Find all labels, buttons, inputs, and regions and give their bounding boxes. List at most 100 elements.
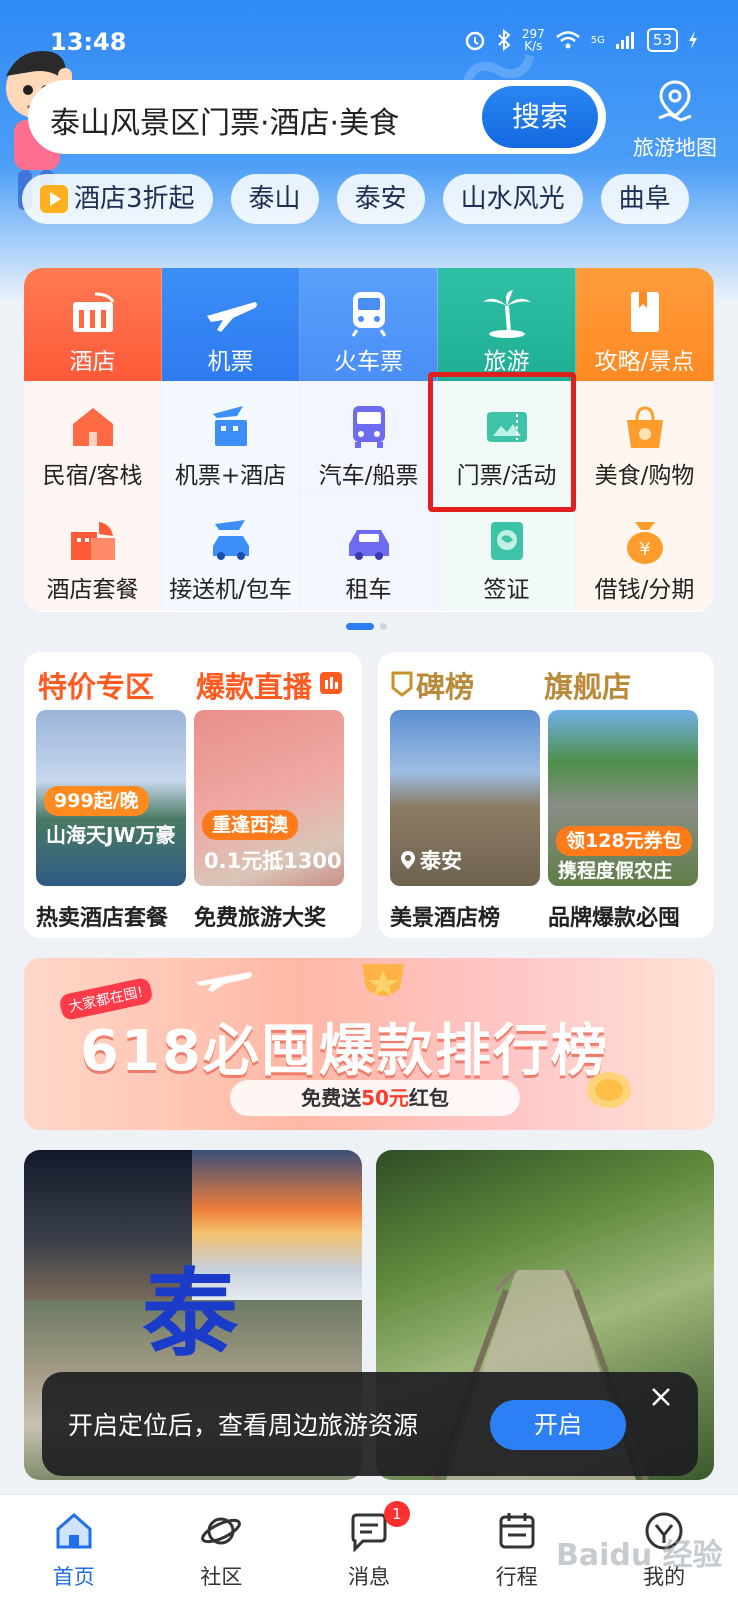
- grid-item-hotel[interactable]: 酒店: [24, 268, 162, 382]
- grid-item-food-shopping[interactable]: 美食/购物: [576, 382, 714, 496]
- grid-label: 机票+酒店: [174, 463, 287, 489]
- grid-item-travel[interactable]: 旅游: [438, 268, 576, 382]
- house-icon: [72, 408, 113, 446]
- calendar-icon: [499, 1513, 535, 1549]
- close-icon[interactable]: [646, 1382, 676, 1412]
- travel-map-button[interactable]: 旅游地图: [620, 78, 730, 160]
- enable-location-button[interactable]: 开启: [490, 1400, 626, 1450]
- grid-item-hotel-package[interactable]: 酒店套餐: [24, 496, 162, 610]
- search-button[interactable]: 搜索: [482, 86, 598, 148]
- grid-label: 签证: [483, 577, 530, 603]
- grid-item-car-rental[interactable]: 租车: [300, 496, 438, 610]
- grid-item-visa[interactable]: 签证: [438, 496, 576, 610]
- grid-label: 接送机/包车: [169, 577, 292, 603]
- grid-item-guide[interactable]: 攻略/景点: [576, 268, 714, 382]
- signal-type: 5G: [590, 34, 605, 46]
- palm-tree-icon: [482, 290, 531, 338]
- promo-tag: 重逢西澳: [202, 810, 299, 840]
- status-icons: 297 K/s 5G 53: [464, 28, 698, 52]
- service-row-tertiary: 酒店套餐 接送机/包车 租车 签证 ¥ 借钱/分期: [24, 496, 714, 610]
- promo-caption: 热卖酒店套餐: [36, 906, 169, 931]
- promo-caption: 品牌爆款必囤: [548, 906, 681, 931]
- page-dot-active: [346, 623, 374, 630]
- coin-decor-icon: [587, 1072, 631, 1108]
- prize-overlay: 0.1元抵1300: [204, 849, 342, 873]
- grid-label: 租车: [345, 577, 392, 603]
- train-icon: [351, 292, 386, 337]
- location-label: 泰安: [420, 849, 462, 873]
- grid-item-homestay[interactable]: 民宿/客栈: [24, 382, 162, 496]
- live-prize-image[interactable]: 重逢西澳 0.1元抵1300: [194, 710, 344, 886]
- toast-message: 开启定位后，查看周边旅游资源: [68, 1411, 419, 1440]
- search-input-text[interactable]: 泰山风景区门票·酒店·美食: [50, 98, 399, 142]
- section-title-specials[interactable]: 特价专区: [38, 664, 154, 706]
- scenic-hotel-image[interactable]: 泰安: [390, 710, 540, 886]
- coupon-tag: 领128元券包: [556, 826, 692, 856]
- grid-label: 旅游: [483, 349, 530, 375]
- location-pin-icon: [401, 851, 415, 869]
- grid-label: 火车票: [334, 349, 403, 375]
- search-box[interactable]: 泰山风景区门票·酒店·美食 搜索: [28, 80, 606, 154]
- grid-label: 民宿/客栈: [42, 463, 143, 489]
- hotel-package-icon: [70, 522, 115, 560]
- chip-hotel-deal[interactable]: 酒店3折起: [22, 174, 213, 224]
- grid-item-bus-ferry[interactable]: 汽车/船票: [300, 382, 438, 496]
- unread-badge: 1: [383, 1501, 410, 1527]
- baidu-watermark: Baidu 经验: [556, 1538, 723, 1573]
- promo-card-deals[interactable]: 特价专区 爆款直播 999起/晚 山海天JW万豪 热卖酒店套餐 重逢西澳 0.1…: [24, 652, 362, 938]
- tab-home[interactable]: 首页: [0, 1495, 148, 1600]
- banner-title: 618必囤爆款排行榜: [80, 1019, 609, 1084]
- promo-card-rankings[interactable]: 碑榜 旗舰店 泰安 美景酒店榜 领128元券包 携程度假农庄 品牌爆款必囤: [378, 652, 714, 938]
- chip-label: 酒店3折起: [74, 184, 195, 214]
- grid-item-airport-transfer[interactable]: 接送机/包车: [162, 496, 300, 610]
- grid-label: 机票: [207, 349, 254, 375]
- service-grid: 酒店 机票 火车票 旅游 攻略/景点 民宿/客栈 机票+酒店 汽车/船票 门票/…: [24, 268, 714, 612]
- 618-ranking-banner[interactable]: 大家都在囤! 618必囤爆款排行榜 免费送50元红包: [24, 958, 714, 1130]
- grid-label: 借钱/分期: [594, 577, 695, 603]
- grid-label: 汽车/船票: [318, 463, 419, 489]
- globe-icon: [490, 522, 523, 560]
- banner-sub-amount: 50元: [361, 1086, 409, 1110]
- live-bars-icon: [320, 672, 342, 694]
- location-map-icon: [658, 80, 692, 122]
- chip-qufu[interactable]: 曲阜: [600, 174, 689, 224]
- flagship-store-image[interactable]: 领128元券包 携程度假农庄: [548, 710, 698, 886]
- section-title-live[interactable]: 爆款直播: [196, 664, 312, 706]
- tab-label: 消息: [347, 1565, 390, 1589]
- collage-calligraphy: 泰: [142, 1257, 238, 1370]
- hot-tags-bar: 酒店3折起 泰山 泰安 山水风光 曲阜: [22, 174, 689, 224]
- grid-item-loan[interactable]: ¥ 借钱/分期: [576, 496, 714, 610]
- tab-messages[interactable]: 1 消息: [295, 1495, 443, 1600]
- grid-item-train[interactable]: 火车票: [300, 268, 438, 382]
- section-title-ranking[interactable]: 碑榜: [416, 664, 474, 706]
- alarm-icon: [465, 31, 485, 51]
- banner-subtitle: 免费送50元红包: [230, 1080, 520, 1116]
- promo-caption: 美景酒店榜: [390, 906, 501, 931]
- grid-label: 酒店: [69, 349, 116, 375]
- tab-community[interactable]: 社区: [148, 1495, 296, 1600]
- hotel-deal-image[interactable]: 999起/晚 山海天JW万豪: [36, 710, 186, 886]
- hotel-building-icon: [72, 292, 114, 332]
- network-speed: 297 K/s: [521, 27, 545, 53]
- grid-item-flight-hotel[interactable]: 机票+酒店: [162, 382, 300, 496]
- car-icon: [348, 530, 389, 560]
- charging-icon: [689, 31, 697, 49]
- tab-label: 社区: [200, 1565, 243, 1589]
- section-title-flagship[interactable]: 旗舰店: [544, 664, 631, 706]
- chip-landscape[interactable]: 山水风光: [442, 174, 583, 224]
- svg-text:¥: ¥: [639, 539, 650, 560]
- wifi-icon: [555, 31, 580, 49]
- trophy-decor-icon: [362, 964, 404, 996]
- car-transfer-icon: [212, 520, 249, 560]
- chip-taishan[interactable]: 泰山: [230, 174, 319, 224]
- video-play-icon: [40, 185, 68, 213]
- store-overlay: 携程度假农庄: [558, 860, 673, 882]
- signal-bars-icon: [615, 32, 634, 49]
- location-permission-toast: 开启定位后，查看周边旅游资源 开启: [42, 1372, 698, 1476]
- chip-taian[interactable]: 泰安: [336, 174, 425, 224]
- hotel-name-overlay: 山海天JW万豪: [46, 823, 176, 847]
- grid-item-flight[interactable]: 机票: [162, 268, 300, 382]
- airplane-decor-icon: [196, 972, 252, 992]
- page-indicator: [346, 623, 387, 630]
- planet-icon: [201, 1517, 242, 1545]
